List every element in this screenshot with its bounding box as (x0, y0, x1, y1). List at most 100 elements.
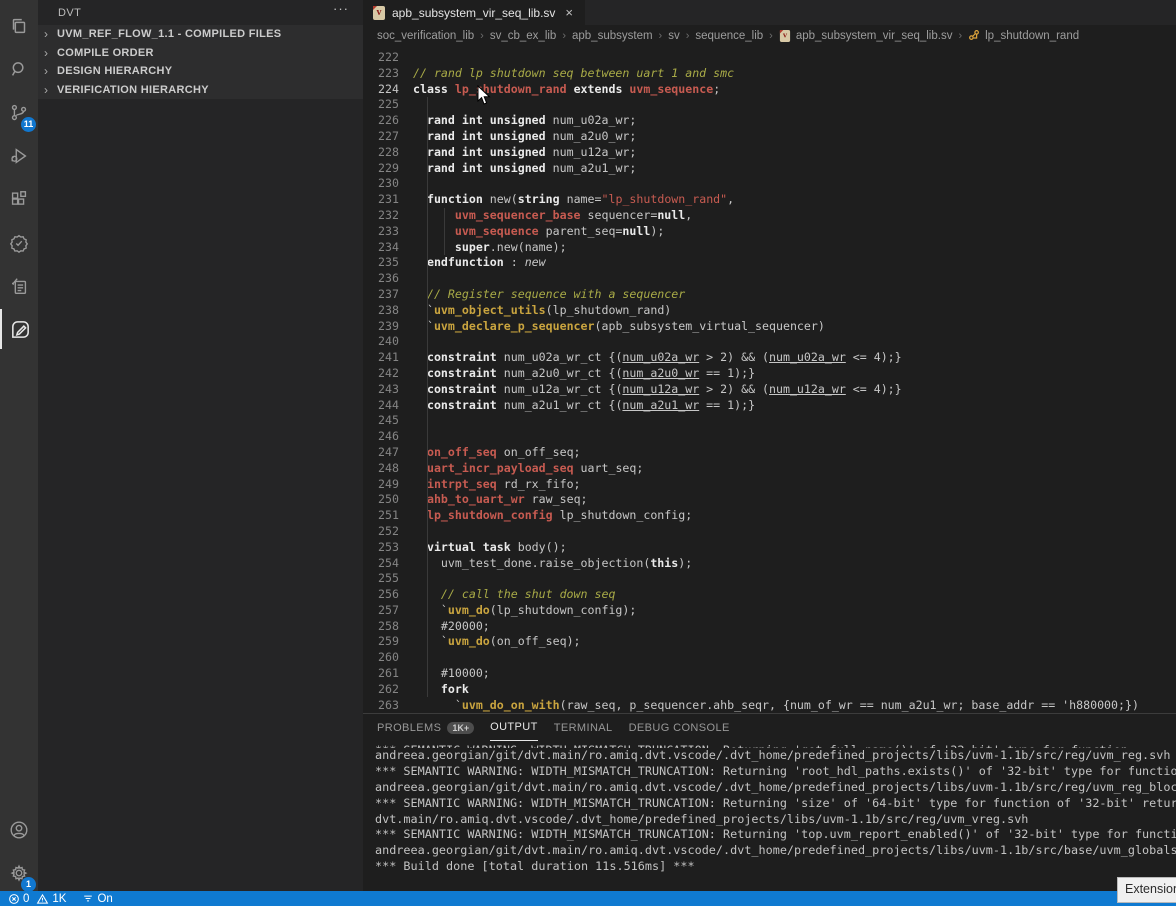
panel-tab-terminal[interactable]: TERMINAL (554, 714, 613, 741)
code-line-248[interactable]: 248 uart_incr_payload_seq uart_seq; (363, 461, 1176, 477)
sidebar-item-verification-hierarchy[interactable]: ›VERIFICATION HIERARCHY (38, 81, 363, 100)
code-line-227[interactable]: 227 rand int unsigned num_a2u0_wr; (363, 129, 1176, 145)
code-line-234[interactable]: 234 super.new(name); (363, 240, 1176, 256)
code-text: on_off_seq on_off_seq; (413, 445, 581, 461)
dvt-editor-icon[interactable] (0, 309, 38, 349)
account-icon[interactable] (0, 810, 38, 850)
panel-tab-debug-console[interactable]: DEBUG CONSOLE (629, 714, 730, 741)
breadcrumb-label: lp_shutdown_rand (985, 30, 1079, 42)
code-line-224[interactable]: 224class lp_shutdown_rand extends uvm_se… (363, 82, 1176, 98)
verify-check-icon[interactable] (0, 223, 38, 263)
chevron-right-icon[interactable]: › (44, 46, 52, 60)
code-line-223[interactable]: 223// rand lp shutdown seq between uart … (363, 66, 1176, 82)
code-line-244[interactable]: 244 constraint num_a2u1_wr_ct {(num_a2u1… (363, 398, 1176, 414)
code-line-253[interactable]: 253△ virtual task body(); (363, 540, 1176, 556)
tab-label: apb_subsystem_vir_seq_lib.sv (392, 6, 555, 20)
code-text: lp_shutdown_config lp_shutdown_config; (413, 508, 692, 524)
explorer-icon[interactable] (0, 6, 38, 46)
code-editor[interactable]: 222223// rand lp shutdown seq between ua… (363, 47, 1176, 713)
code-line-255[interactable]: 255 (363, 571, 1176, 587)
code-line-260[interactable]: 260 (363, 650, 1176, 666)
code-line-250[interactable]: 250 ahb_to_uart_wr raw_seq; (363, 492, 1176, 508)
code-line-252[interactable]: 252 (363, 524, 1176, 540)
breadcrumb-separator: › (562, 30, 566, 42)
code-text: `uvm_do(lp_shutdown_config); (413, 603, 636, 619)
problems-count-badge: 1K+ (447, 722, 474, 734)
panel-tab-label: DEBUG CONSOLE (629, 722, 730, 734)
code-line-262[interactable]: 262 fork (363, 682, 1176, 698)
code-line-235[interactable]: 235 endfunction : new (363, 255, 1176, 271)
sidebar-more-actions-icon[interactable]: ··· (333, 1, 349, 16)
code-line-231[interactable]: 231 function new(string name="lp_shutdow… (363, 192, 1176, 208)
code-line-233[interactable]: 233 uvm_sequence parent_seq=null); (363, 224, 1176, 240)
ide-window: 11 (0, 0, 1176, 906)
search-icon[interactable] (0, 49, 38, 89)
code-line-236[interactable]: 236 (363, 271, 1176, 287)
code-line-254[interactable]: 254 uvm_test_done.raise_objection(this); (363, 556, 1176, 572)
code-line-230[interactable]: 230 (363, 176, 1176, 192)
breadcrumb-segment-apb-subsystem-vir-seq-lib-sv[interactable]: vapb_subsystem_vir_seq_lib.sv (779, 29, 953, 43)
code-line-259[interactable]: 259 `uvm_do(on_off_seq); (363, 634, 1176, 650)
code-line-238[interactable]: 238 `uvm_object_utils(lp_shutdown_rand) (363, 303, 1176, 319)
line-number: 230 (363, 176, 399, 192)
code-line-229[interactable]: 229 rand int unsigned num_a2u1_wr; (363, 161, 1176, 177)
breadcrumb-segment-lp-shutdown-rand[interactable]: lp_shutdown_rand (968, 29, 1079, 44)
code-line-247[interactable]: 247 on_off_seq on_off_seq; (363, 445, 1176, 461)
tree-item-label: DESIGN HIERARCHY (57, 65, 172, 77)
code-line-245[interactable]: 245 (363, 413, 1176, 429)
code-line-226[interactable]: 226 rand int unsigned num_u02a_wr; (363, 113, 1176, 129)
source-control-icon[interactable]: 11 (0, 93, 38, 133)
panel-tab-problems[interactable]: PROBLEMS1K+ (377, 714, 474, 741)
settings-gear-icon[interactable]: 1 (0, 853, 38, 893)
sidebar-item-compile-order[interactable]: ›COMPILE ORDER (38, 44, 363, 63)
tab-close-icon[interactable]: × (563, 5, 575, 20)
code-line-258[interactable]: 258 #20000; (363, 619, 1176, 635)
line-number: 257 (363, 603, 399, 619)
code-line-261[interactable]: 261 #10000; (363, 666, 1176, 682)
chevron-right-icon[interactable]: › (44, 83, 52, 97)
problems-status[interactable]: 0 1K (8, 891, 66, 906)
indent-guide (427, 97, 428, 697)
breadcrumb-segment-sv[interactable]: sv (668, 30, 680, 42)
code-line-256[interactable]: 256 // call the shut down seq (363, 587, 1176, 603)
code-text: ahb_to_uart_wr raw_seq; (413, 492, 588, 508)
code-text: #20000; (413, 619, 490, 635)
code-line-237[interactable]: 237 // Register sequence with a sequence… (363, 287, 1176, 303)
breadcrumb-segment-sequence-lib[interactable]: sequence_lib (695, 30, 763, 42)
code-line-232[interactable]: 232 uvm_sequencer_base sequencer=null, (363, 208, 1176, 224)
breadcrumb-segment-soc-verification-lib[interactable]: soc_verification_lib (377, 30, 474, 42)
sidebar-item-design-hierarchy[interactable]: › DESIGN HIERARCHY (38, 62, 363, 81)
output-console[interactable]: *** SEMANTIC WARNING: WIDTH_MISMATCH_TRU… (363, 743, 1176, 892)
output-line: *** SEMANTIC WARNING: WIDTH_MISMATCH_TRU… (375, 764, 1176, 780)
code-line-239[interactable]: 239 `uvm_declare_p_sequencer(apb_subsyst… (363, 319, 1176, 335)
code-text: constraint num_a2u1_wr_ct {(num_a2u1_wr … (413, 398, 755, 414)
code-line-257[interactable]: 257 `uvm_do(lp_shutdown_config); (363, 603, 1176, 619)
code-line-249[interactable]: 249 intrpt_seq rd_rx_fifo; (363, 477, 1176, 493)
editor-group: v apb_subsystem_vir_seq_lib.sv × soc_ver… (363, 0, 1176, 713)
chevron-right-icon[interactable]: › (44, 64, 52, 78)
filter-status[interactable]: On (82, 891, 112, 906)
panel-tab-output[interactable]: OUTPUT (490, 714, 538, 741)
code-line-246[interactable]: 246 (363, 429, 1176, 445)
code-line-222[interactable]: 222 (363, 50, 1176, 66)
code-line-242[interactable]: 242 constraint num_a2u0_wr_ct {(num_a2u0… (363, 366, 1176, 382)
code-line-251[interactable]: 251 lp_shutdown_config lp_shutdown_confi… (363, 508, 1176, 524)
run-debug-icon[interactable] (0, 136, 38, 176)
breadcrumb-segment-apb-subsystem[interactable]: apb_subsystem (572, 30, 653, 42)
report-icon[interactable] (0, 266, 38, 306)
code-line-243[interactable]: 243 constraint num_u12a_wr_ct {(num_u12a… (363, 382, 1176, 398)
code-line-241[interactable]: 241 constraint num_u02a_wr_ct {(num_u02a… (363, 350, 1176, 366)
code-line-228[interactable]: 228 rand int unsigned num_u12a_wr; (363, 145, 1176, 161)
line-number: 261 (363, 666, 399, 682)
line-number: 228 (363, 145, 399, 161)
breadcrumb-segment-sv-cb-ex-lib[interactable]: sv_cb_ex_lib (490, 30, 556, 42)
code-text: // call the shut down seq (413, 587, 615, 603)
sidebar-item-uvm-ref-flow-1-1-compiled-files[interactable]: ›UVM_REF_FLOW_1.1 - COMPILED FILES (38, 25, 363, 44)
extensions-icon[interactable] (0, 180, 38, 220)
code-line-240[interactable]: 240 (363, 334, 1176, 350)
code-line-263[interactable]: 263 `uvm_do_on_with(raw_seq, p_sequencer… (363, 698, 1176, 713)
tab-apb-subsystem-vir-seq-lib[interactable]: v apb_subsystem_vir_seq_lib.sv × (363, 0, 585, 25)
chevron-right-icon[interactable]: › (44, 27, 52, 41)
code-line-225[interactable]: 225 (363, 97, 1176, 113)
breadcrumb-separator: › (958, 30, 962, 42)
